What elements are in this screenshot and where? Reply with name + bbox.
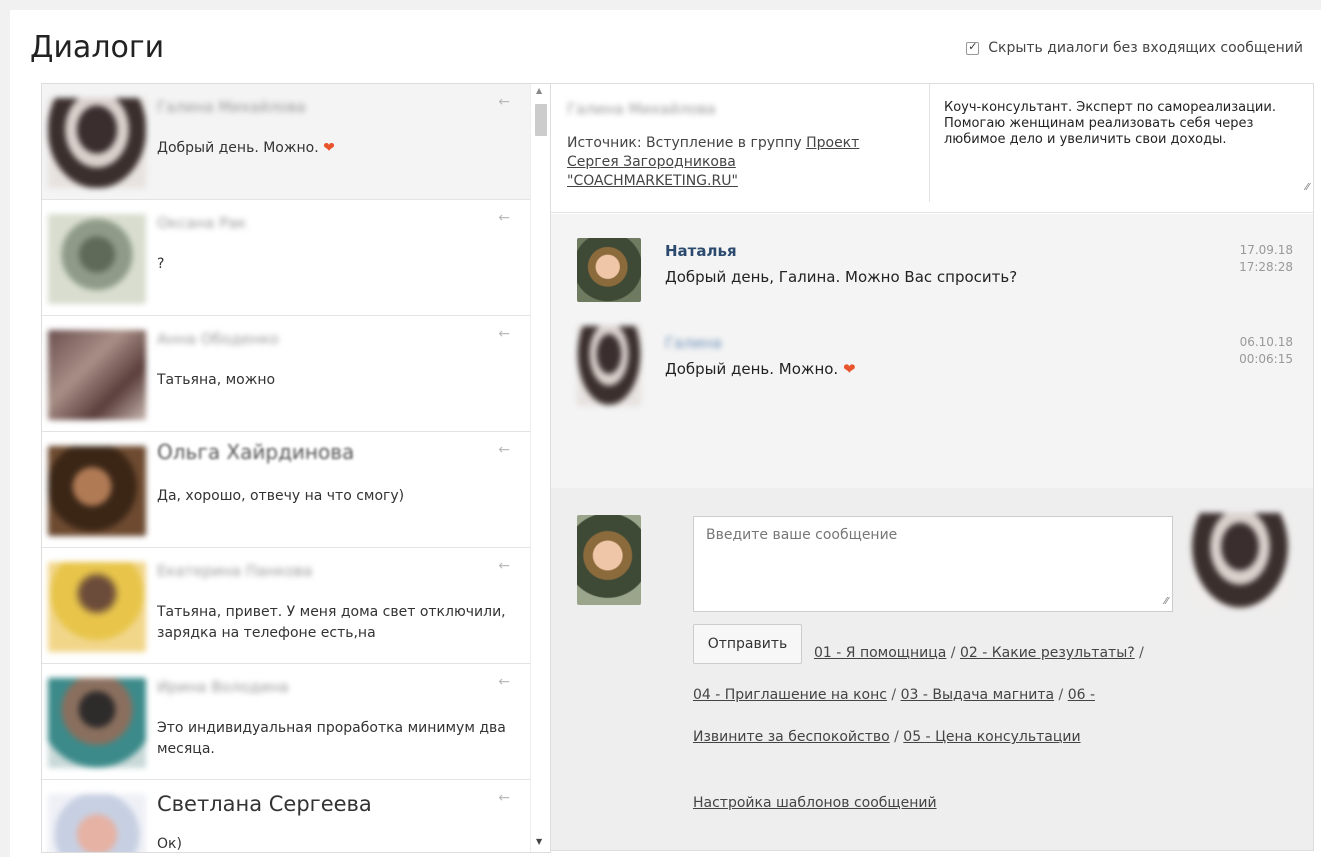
- reply-arrow-icon: ←: [498, 94, 510, 110]
- chat-panel: Галина Михайлова Источник: Вступление в …: [550, 83, 1314, 851]
- reply-arrow-icon: ←: [498, 326, 510, 342]
- avatar: [577, 238, 641, 302]
- contact-bio-textarea[interactable]: Коуч-консультант. Эксперт по самореализа…: [929, 84, 1313, 202]
- dialog-preview: Ок): [157, 836, 182, 852]
- page-title: Диалоги: [30, 30, 165, 65]
- recipient-avatar: [1191, 513, 1289, 609]
- chat-header: Галина Михайлова Источник: Вступление в …: [551, 84, 1313, 213]
- compose-area: Введите ваше сообщение ⁄⁄ Отправить 01 -…: [551, 488, 1313, 850]
- dialog-preview: ?: [157, 256, 165, 272]
- scroll-up-icon[interactable]: ▲: [536, 86, 542, 95]
- template-link[interactable]: 03 - Выдача магнита: [901, 687, 1054, 703]
- message-history: Наталья Добрый день, Галина. Можно Вас с…: [551, 214, 1313, 488]
- avatar: [48, 214, 146, 304]
- message-date: 17.09.18: [1239, 243, 1293, 257]
- template-link[interactable]: 02 - Какие результаты?: [960, 645, 1135, 661]
- reply-arrow-icon: ←: [498, 790, 510, 806]
- heart-icon: ❤: [323, 140, 335, 156]
- hide-empty-dialogs-toggle[interactable]: Скрыть диалоги без входящих сообщений: [966, 40, 1303, 56]
- hide-empty-dialogs-checkbox[interactable]: [966, 40, 980, 55]
- heart-icon: ❤: [842, 360, 856, 378]
- dialog-item[interactable]: Светлана Сергеева Ок) ←: [42, 780, 530, 852]
- template-link[interactable]: 05 - Цена консультации: [903, 729, 1080, 745]
- hide-empty-dialogs-label: Скрыть диалоги без входящих сообщений: [988, 40, 1303, 56]
- message-timestamp: 17.09.18 17:28:28: [1239, 242, 1293, 276]
- avatar: [48, 446, 146, 536]
- dialog-preview: Добрый день. Можно. ❤: [157, 140, 335, 156]
- dialog-item[interactable]: Оксана Рак ? ←: [42, 200, 530, 316]
- reply-arrow-icon: ←: [498, 210, 510, 226]
- avatar: [577, 326, 641, 406]
- message-input-placeholder: Введите ваше сообщение: [706, 527, 898, 543]
- scroll-down-icon[interactable]: ▼: [536, 837, 542, 846]
- dialog-preview: Татьяна, можно: [157, 372, 276, 388]
- template-link[interactable]: 04 - Приглашение на конс: [693, 687, 887, 703]
- dialog-list[interactable]: Галина Михайлова Добрый день. Можно. ❤ ←…: [41, 83, 551, 853]
- message-author[interactable]: Наталья: [665, 242, 737, 260]
- contact-bio-text: Коуч-консультант. Эксперт по самореализа…: [944, 100, 1276, 147]
- dialog-preview: Татьяна, привет. У меня дома свет отключ…: [157, 604, 506, 641]
- dialog-item[interactable]: Екатерина Панкова Татьяна, привет. У мен…: [42, 548, 530, 664]
- avatar: [48, 98, 146, 188]
- dialogs-page: Диалоги Скрыть диалоги без входящих сооб…: [10, 10, 1321, 857]
- message-time: 17:28:28: [1239, 260, 1293, 274]
- resize-handle-icon[interactable]: ⁄⁄: [1165, 596, 1168, 607]
- message-text: Добрый день, Галина. Можно Вас спросить?: [665, 268, 1018, 286]
- dialog-preview: Это индивидуальная проработка минимум дв…: [157, 720, 506, 757]
- message-time: 00:06:15: [1239, 352, 1293, 366]
- dialog-item[interactable]: Галина Михайлова Добрый день. Можно. ❤ ←: [42, 84, 530, 200]
- message: Наталья Добрый день, Галина. Можно Вас с…: [551, 238, 1313, 318]
- message-text: Добрый день. Можно. ❤: [665, 360, 856, 378]
- message: Галина Добрый день. Можно. ❤ 06.10.18 00…: [551, 326, 1313, 406]
- dialog-contact-name: Ольга Хайрдинова: [157, 440, 355, 464]
- reply-arrow-icon: ←: [498, 558, 510, 574]
- source-label: Источник: Вступление в группу: [567, 135, 802, 151]
- dialog-contact-name: Ирина Володина: [157, 678, 289, 696]
- dialog-list-scrollbar[interactable]: ▲ ▼: [530, 84, 550, 852]
- dialog-contact-name: Екатерина Панкова: [157, 562, 313, 580]
- dialog-contact-name: Анна Ободенко: [157, 330, 279, 348]
- chat-contact-name[interactable]: Галина Михайлова: [567, 100, 716, 118]
- dialog-item[interactable]: Ольга Хайрдинова Да, хорошо, отвечу на ч…: [42, 432, 530, 548]
- message-author[interactable]: Галина: [665, 334, 722, 352]
- message-templates: 01 - Я помощница / 02 - Какие результаты…: [693, 645, 1144, 745]
- dialog-contact-name: Светлана Сергеева: [157, 792, 372, 816]
- message-timestamp: 06.10.18 00:06:15: [1239, 334, 1293, 368]
- chat-source: Источник: Вступление в группу Проект Сер…: [567, 134, 907, 191]
- avatar: [48, 794, 146, 852]
- resize-handle-icon[interactable]: ⁄⁄: [1306, 180, 1309, 196]
- template-settings-link[interactable]: Настройка шаблонов сообщений: [693, 795, 937, 811]
- dialog-item[interactable]: Ирина Володина Это индивидуальная прораб…: [42, 664, 530, 780]
- scroll-thumb[interactable]: [535, 104, 547, 136]
- message-input[interactable]: Введите ваше сообщение ⁄⁄: [693, 516, 1173, 612]
- avatar: [48, 678, 146, 768]
- sender-avatar: [577, 515, 641, 605]
- message-date: 06.10.18: [1239, 335, 1293, 349]
- dialog-contact-name: Оксана Рак: [157, 214, 247, 232]
- dialog-contact-name: Галина Михайлова: [157, 98, 306, 116]
- avatar: [48, 330, 146, 420]
- dialog-item[interactable]: Анна Ободенко Татьяна, можно ←: [42, 316, 530, 432]
- avatar: [48, 562, 146, 652]
- template-link[interactable]: 01 - Я помощница: [814, 645, 946, 661]
- dialog-preview: Да, хорошо, отвечу на что смогу): [157, 488, 405, 504]
- reply-arrow-icon: ←: [498, 442, 510, 458]
- reply-arrow-icon: ←: [498, 674, 510, 690]
